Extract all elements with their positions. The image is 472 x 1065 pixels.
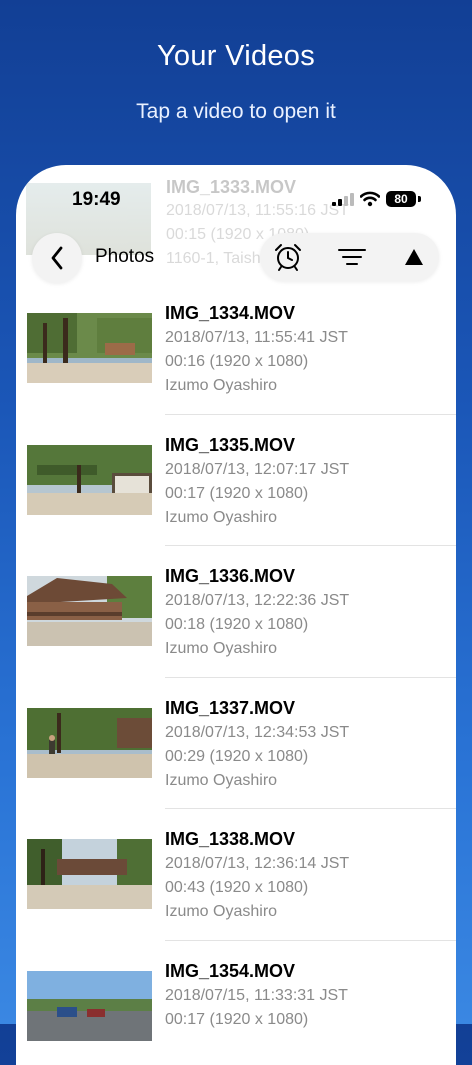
video-thumbnail [27,576,152,646]
sort-button[interactable] [390,233,438,281]
alarm-clock-icon [273,242,303,272]
video-date: 2018/07/13, 11:55:41 JST [165,326,348,350]
phone-screen: IMG_1333.MOV 2018/07/13, 11:55:16 JST 00… [16,165,456,1065]
video-row[interactable]: IMG_1335.MOV 2018/07/13, 12:07:17 JST 00… [16,415,456,547]
video-details: 00:17 (1920 x 1080) [165,1008,348,1032]
chevron-left-icon [50,246,64,270]
triangle-up-icon [404,248,424,266]
video-filename: IMG_1335.MOV [165,432,349,458]
battery-indicator: 80 [386,191,416,207]
video-details: 00:18 (1920 x 1080) [165,613,349,637]
promo-subtitle: Tap a video to open it [0,100,472,124]
video-location: Izumo Oyashiro [165,374,348,398]
status-bar: 19:49 80 [16,187,456,217]
promo-title: Your Videos [0,40,472,73]
video-row[interactable]: IMG_1338.MOV 2018/07/13, 12:36:14 JST 00… [16,809,456,941]
filter-lines-icon [338,247,366,267]
status-time: 19:49 [72,189,121,211]
nav-title: Photos [95,246,154,268]
video-details: 00:16 (1920 x 1080) [165,350,348,374]
video-filename: IMG_1337.MOV [165,695,349,721]
wifi-icon [360,191,380,207]
video-location [165,1032,348,1056]
video-details: 00:17 (1920 x 1080) [165,482,349,506]
video-date: 2018/07/13, 12:22:36 JST [165,589,349,613]
video-thumbnail [27,839,152,909]
video-details: 00:43 (1920 x 1080) [165,876,349,900]
video-row[interactable]: IMG_1354.MOV 2018/07/15, 11:33:31 JST 00… [16,941,456,1065]
video-location: Izumo Oyashiro [165,769,349,793]
video-details: 00:29 (1920 x 1080) [165,745,349,769]
video-location: Izumo Oyashiro [165,900,349,924]
video-date: 2018/07/15, 11:33:31 JST [165,984,348,1008]
video-filename: IMG_1334.MOV [165,300,348,326]
video-thumbnail [27,313,152,383]
filter-button[interactable] [328,233,376,281]
alarm-button[interactable] [264,233,312,281]
toolbar-pill [260,233,439,281]
back-button[interactable] [32,233,82,283]
battery-tip [418,196,421,202]
video-filename: IMG_1336.MOV [165,563,349,589]
video-row[interactable]: IMG_1337.MOV 2018/07/13, 12:34:53 JST 00… [16,678,456,810]
video-thumbnail [27,971,152,1041]
video-list: IMG_1334.MOV 2018/07/13, 11:55:41 JST 00… [16,283,456,1065]
video-thumbnail [27,708,152,778]
cellular-signal-icon [332,193,354,206]
video-location: Izumo Oyashiro [165,506,349,530]
video-date: 2018/07/13, 12:07:17 JST [165,458,349,482]
video-filename: IMG_1354.MOV [165,958,348,984]
video-thumbnail [27,445,152,515]
video-filename: IMG_1338.MOV [165,826,349,852]
video-date: 2018/07/13, 12:36:14 JST [165,852,349,876]
video-row[interactable]: IMG_1334.MOV 2018/07/13, 11:55:41 JST 00… [16,283,456,415]
video-row[interactable]: IMG_1336.MOV 2018/07/13, 12:22:36 JST 00… [16,546,456,678]
navigation-bar: Photos [16,233,456,283]
video-location: Izumo Oyashiro [165,637,349,661]
video-date: 2018/07/13, 12:34:53 JST [165,721,349,745]
